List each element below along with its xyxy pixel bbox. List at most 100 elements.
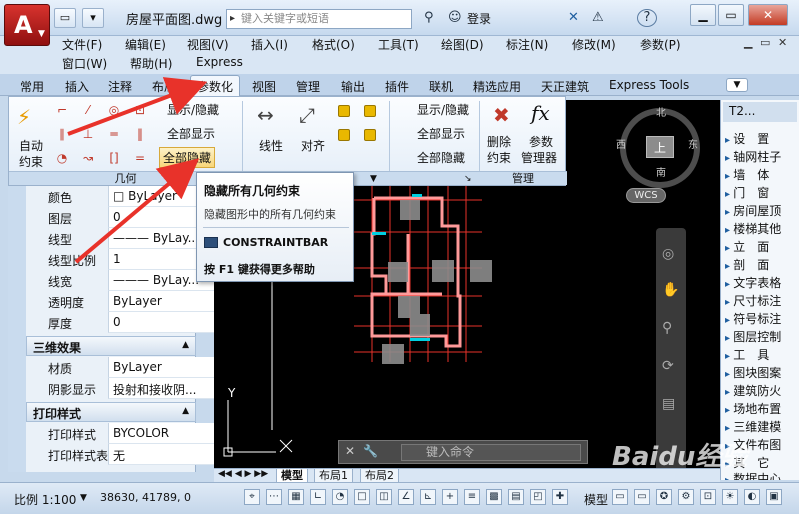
palette-item[interactable]: 图块图案	[725, 364, 781, 381]
layout-tab-layout2[interactable]: 布局2	[360, 469, 399, 483]
search-input[interactable]: 键入关键字或短语	[226, 9, 412, 29]
palette-item[interactable]: 轴网柱子	[725, 148, 781, 165]
tangent-constraint-icon[interactable]: ◔	[53, 149, 71, 167]
quick-view-layouts-icon[interactable]: ▭	[612, 489, 628, 505]
orbit-icon[interactable]: ⟳	[662, 358, 674, 374]
compass-west[interactable]: 西	[616, 136, 626, 151]
palette-title[interactable]: T2...	[723, 102, 797, 122]
prop-row-lineweight[interactable]: 线宽 ——— ByLay...	[26, 270, 214, 291]
dynamic-ucs-icon[interactable]: ⊾	[420, 489, 436, 505]
auto-constrain-icon[interactable]: ⚡	[17, 105, 31, 129]
concentric-constraint-icon[interactable]: ◎	[105, 101, 123, 119]
maximize-button[interactable]: ▭	[718, 4, 744, 26]
3d-object-snap-icon[interactable]: ◫	[376, 489, 392, 505]
viewcube-top-face[interactable]: 上	[646, 136, 674, 158]
pan-icon[interactable]: ✋	[662, 282, 679, 298]
parameters-manager-icon[interactable]: fx	[531, 101, 550, 125]
vertical-constraint-icon[interactable]: ‖	[131, 125, 149, 143]
open-file-button[interactable]: ▾	[82, 8, 104, 28]
collapse-icon[interactable]: ▲	[182, 406, 189, 416]
perpendicular-constraint-icon[interactable]: ⊥	[79, 125, 97, 143]
object-snap-icon[interactable]: □	[354, 489, 370, 505]
transparency-icon[interactable]: ▩	[486, 489, 502, 505]
quick-properties-icon[interactable]: ▤	[508, 489, 524, 505]
menu-file[interactable]: 文件(F)	[62, 36, 102, 53]
selection-cycling-icon[interactable]: ◰	[530, 489, 546, 505]
palette-item[interactable]: 楼梯其他	[725, 220, 781, 237]
layout-tab-model[interactable]: 模型	[276, 469, 308, 483]
prop-row-transparency[interactable]: 透明度 ByLayer	[26, 291, 214, 312]
exchange-icon[interactable]: ✕	[568, 10, 579, 25]
tab-output[interactable]: 输出	[341, 78, 365, 95]
new-file-button[interactable]: ▭	[54, 8, 76, 28]
auto-constrain-label-1[interactable]: 自动	[19, 137, 43, 154]
menu-modify[interactable]: 修改(M)	[572, 36, 616, 53]
coordinates-readout[interactable]: 38630, 41789, 0	[100, 491, 191, 504]
dynamic-input-icon[interactable]: +	[442, 489, 458, 505]
aligned-label[interactable]: 对齐	[301, 137, 325, 154]
command-input[interactable]: 键入命令	[401, 444, 581, 461]
application-menu-button[interactable]: A ▼	[4, 4, 50, 46]
aligned-dimension-icon[interactable]: ⤢	[299, 103, 315, 127]
coincident-constraint-icon[interactable]: ⌐	[53, 101, 71, 119]
object-snap-tracking-icon[interactable]: ∠	[398, 489, 414, 505]
prop-row-layer[interactable]: 图层 0	[26, 207, 214, 228]
compass-south[interactable]: 南	[656, 164, 666, 179]
doc-minimize-icon[interactable]: ▁	[744, 36, 752, 49]
panel-expand-icon[interactable]: ▼	[370, 172, 377, 186]
ortho-mode-icon[interactable]: ∟	[310, 489, 326, 505]
palette-item[interactable]: 文字表格	[725, 274, 781, 291]
palette-item[interactable]: 门 窗	[725, 184, 769, 201]
isolate-objects-icon[interactable]: ◐	[744, 489, 760, 505]
prop-row-thickness[interactable]: 厚度 0	[26, 312, 214, 333]
palette-item[interactable]: 场地布置	[725, 400, 781, 417]
diameter-dimension-icon[interactable]	[361, 101, 379, 119]
prop-group-3d-effects[interactable]: 三维效果 ▲	[26, 336, 196, 356]
infer-constraints-icon[interactable]: ⌖	[244, 489, 260, 505]
radius-dimension-icon[interactable]	[335, 101, 353, 119]
parameters-manager-label-1[interactable]: 参数	[529, 133, 553, 150]
model-space-button[interactable]: 模型	[584, 491, 608, 508]
polar-tracking-icon[interactable]: ◔	[332, 489, 348, 505]
lock-icon[interactable]: ⊡	[700, 489, 716, 505]
prop-row-plot-style-table[interactable]: 打印样式表无	[26, 444, 214, 465]
chevron-down-icon[interactable]: ▼	[80, 493, 87, 503]
palette-item[interactable]: 建筑防火	[725, 382, 781, 399]
tab-scroll-icons[interactable]: ◀◀ ◀ ▶ ▶▶	[218, 469, 268, 479]
snap-mode-icon[interactable]: ⋯	[266, 489, 282, 505]
menu-help[interactable]: 帮助(H)	[130, 55, 172, 72]
horizontal-constraint-icon[interactable]: ═	[105, 125, 123, 143]
parameters-manager-label-2[interactable]: 管理器	[521, 149, 557, 166]
menu-parametric[interactable]: 参数(P)	[640, 36, 681, 53]
tab-parametric[interactable]: 参数化	[190, 75, 241, 97]
palette-item[interactable]: 立 面	[725, 238, 769, 255]
annotation-scale[interactable]: 比例 1:100	[14, 491, 76, 508]
equal-constraint-icon[interactable]: =	[131, 149, 149, 167]
annotation-monitor-icon[interactable]: ✚	[552, 489, 568, 505]
menu-format[interactable]: 格式(O)	[312, 36, 355, 53]
tab-layout[interactable]: 布局	[152, 78, 176, 95]
palette-item[interactable]: 剖 面	[725, 256, 769, 273]
menu-window[interactable]: 窗口(W)	[62, 55, 107, 72]
geo-hide-all-button[interactable]: 全部隐藏	[159, 147, 216, 168]
fix-constraint-icon[interactable]: ⊡	[131, 101, 149, 119]
convert-dimension-icon[interactable]	[361, 125, 379, 143]
menu-insert[interactable]: 插入(I)	[251, 36, 288, 53]
dim-hide-all-button[interactable]: 全部隐藏	[417, 149, 465, 166]
steering-wheel-icon[interactable]: ◎	[662, 246, 674, 262]
palette-item[interactable]: 墙 体	[725, 166, 769, 183]
symmetric-constraint-icon[interactable]: []	[105, 149, 123, 167]
grid-display-icon[interactable]: ▦	[288, 489, 304, 505]
palette-item[interactable]: 图层控制	[725, 328, 781, 345]
prop-row-shadow-display[interactable]: 阴影显示 投射和接收阴...	[26, 378, 214, 399]
angular-dimension-icon[interactable]	[335, 125, 353, 143]
palette-item[interactable]: 设 置	[725, 130, 769, 147]
help-button[interactable]: ?	[637, 9, 657, 27]
menu-edit[interactable]: 编辑(E)	[125, 36, 166, 53]
tab-manage[interactable]: 管理	[296, 78, 320, 95]
compass-north[interactable]: 北	[656, 104, 666, 119]
delete-constraints-label-1[interactable]: 删除	[487, 133, 511, 150]
prop-group-plot-style[interactable]: 打印样式 ▲	[26, 402, 196, 422]
layout-tab-layout1[interactable]: 布局1	[314, 469, 353, 483]
quick-view-drawings-icon[interactable]: ▭	[634, 489, 650, 505]
